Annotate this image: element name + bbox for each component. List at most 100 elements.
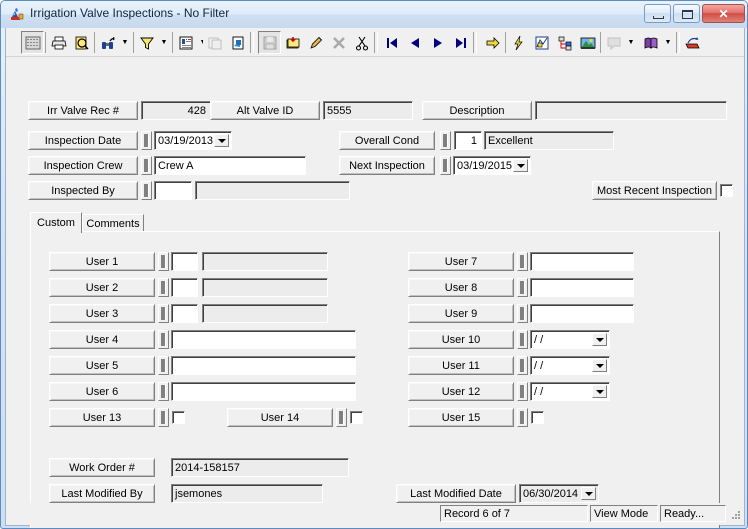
user-14-label[interactable]: User 14 bbox=[227, 408, 333, 427]
copy-record-button[interactable] bbox=[203, 31, 226, 54]
find-button[interactable] bbox=[96, 31, 119, 54]
user-11-dropdown-button[interactable] bbox=[592, 359, 607, 372]
user-12-label[interactable]: User 12 bbox=[408, 382, 514, 401]
find-dropdown-arrow[interactable]: ▼ bbox=[119, 31, 131, 54]
description-label[interactable]: Description bbox=[422, 101, 532, 120]
user-6-value[interactable] bbox=[171, 382, 356, 401]
user-14-checkbox[interactable] bbox=[350, 411, 363, 424]
user-10-label[interactable]: User 10 bbox=[408, 330, 514, 349]
work-order-label[interactable]: Work Order # bbox=[49, 458, 155, 477]
last-modified-by-label[interactable]: Last Modified By bbox=[49, 484, 155, 503]
user-5-lookup-icon[interactable] bbox=[158, 356, 169, 375]
grid-view-button[interactable] bbox=[21, 31, 44, 54]
overall-cond-code[interactable]: 1 bbox=[454, 131, 482, 150]
next-inspection-label[interactable]: Next Inspection bbox=[339, 156, 435, 175]
image-button[interactable] bbox=[576, 31, 599, 54]
description-value[interactable] bbox=[535, 101, 727, 120]
next-record-button[interactable] bbox=[426, 31, 449, 54]
user-3-label[interactable]: User 3 bbox=[49, 304, 155, 323]
filter-button[interactable] bbox=[135, 31, 158, 54]
inspected-by-lookup-icon[interactable] bbox=[141, 181, 152, 200]
user-9-value[interactable] bbox=[530, 304, 634, 323]
delete-record-button[interactable] bbox=[327, 31, 350, 54]
user-13-lookup-icon[interactable] bbox=[158, 408, 169, 427]
edit-record-button[interactable] bbox=[304, 31, 327, 54]
alt-valve-id-value[interactable]: 5555 bbox=[323, 101, 413, 120]
user-9-lookup-icon[interactable] bbox=[517, 304, 528, 323]
inspection-crew-label[interactable]: Inspection Crew bbox=[28, 156, 138, 175]
inspected-by-label[interactable]: Inspected By bbox=[28, 181, 138, 200]
user-13-checkbox[interactable] bbox=[172, 411, 185, 424]
user-10-dropdown-button[interactable] bbox=[592, 333, 607, 346]
user-15-lookup-icon[interactable] bbox=[517, 408, 528, 427]
inspected-by-code[interactable] bbox=[154, 181, 192, 200]
user-6-label[interactable]: User 6 bbox=[49, 382, 155, 401]
tab-custom[interactable]: Custom bbox=[30, 212, 82, 233]
user-12-value[interactable]: / / bbox=[530, 382, 610, 401]
map-button[interactable] bbox=[530, 31, 553, 54]
most-recent-inspection-checkbox[interactable] bbox=[720, 184, 733, 197]
user-8-label[interactable]: User 8 bbox=[408, 278, 514, 297]
user-8-lookup-icon[interactable] bbox=[517, 278, 528, 297]
inspection-crew-lookup-icon[interactable] bbox=[141, 156, 152, 175]
overall-cond-label[interactable]: Overall Cond bbox=[339, 131, 435, 150]
user-9-label[interactable]: User 9 bbox=[408, 304, 514, 323]
last-modified-date-value[interactable]: 06/30/2014 bbox=[519, 484, 599, 503]
user-14-lookup-icon[interactable] bbox=[336, 408, 347, 427]
next-inspection-value[interactable]: 03/19/2015 bbox=[453, 156, 531, 175]
most-recent-inspection-label[interactable]: Most Recent Inspection bbox=[592, 181, 717, 200]
user-11-value[interactable]: / / bbox=[530, 356, 610, 375]
user-4-label[interactable]: User 4 bbox=[49, 330, 155, 349]
close-button[interactable]: ✕ bbox=[702, 4, 745, 23]
user-2-label[interactable]: User 2 bbox=[49, 278, 155, 297]
user-1-label[interactable]: User 1 bbox=[49, 252, 155, 271]
user-15-label[interactable]: User 15 bbox=[408, 408, 514, 427]
goto-button[interactable] bbox=[481, 31, 504, 54]
user-13-label[interactable]: User 13 bbox=[49, 408, 155, 427]
print-preview-button[interactable] bbox=[70, 31, 93, 54]
inspection-date-label[interactable]: Inspection Date bbox=[28, 131, 138, 150]
user-10-value[interactable]: / / bbox=[530, 330, 610, 349]
user-2-code[interactable] bbox=[171, 278, 198, 297]
user-3-lookup-icon[interactable] bbox=[158, 304, 169, 323]
save-button[interactable] bbox=[258, 31, 281, 54]
prev-record-button[interactable] bbox=[403, 31, 426, 54]
minimize-button[interactable] bbox=[644, 4, 671, 23]
user-4-lookup-icon[interactable] bbox=[158, 330, 169, 349]
user-12-lookup-icon[interactable] bbox=[517, 382, 528, 401]
irr-valve-rec-label[interactable]: Irr Valve Rec # bbox=[28, 101, 138, 120]
user-6-lookup-icon[interactable] bbox=[158, 382, 169, 401]
user-12-dropdown-button[interactable] bbox=[592, 385, 607, 398]
user-3-code[interactable] bbox=[171, 304, 198, 323]
report-button[interactable] bbox=[174, 31, 197, 54]
user-7-lookup-icon[interactable] bbox=[517, 252, 528, 271]
last-record-button[interactable] bbox=[449, 31, 472, 54]
resize-grip[interactable] bbox=[728, 509, 742, 523]
help-button[interactable] bbox=[639, 31, 662, 54]
maximize-button[interactable] bbox=[673, 4, 700, 23]
help-dropdown-arrow[interactable]: ▼ bbox=[662, 31, 674, 54]
user-5-label[interactable]: User 5 bbox=[49, 356, 155, 375]
user-11-lookup-icon[interactable] bbox=[517, 356, 528, 375]
user-7-value[interactable] bbox=[530, 252, 634, 271]
overall-cond-lookup-icon[interactable] bbox=[440, 131, 451, 150]
user-11-label[interactable]: User 11 bbox=[408, 356, 514, 375]
user-8-value[interactable] bbox=[530, 278, 634, 297]
cut-button[interactable] bbox=[350, 31, 373, 54]
inspection-date-value[interactable]: 03/19/2013 bbox=[154, 131, 232, 150]
alt-valve-id-label[interactable]: Alt Valve ID bbox=[210, 101, 320, 120]
last-modified-date-dropdown-button[interactable] bbox=[581, 487, 596, 500]
user-7-label[interactable]: User 7 bbox=[408, 252, 514, 271]
exit-button[interactable] bbox=[680, 31, 703, 54]
comment-button[interactable] bbox=[602, 31, 625, 54]
user-5-value[interactable] bbox=[171, 356, 356, 375]
user-2-lookup-icon[interactable] bbox=[158, 278, 169, 297]
inspection-date-lookup-icon[interactable] bbox=[141, 131, 152, 150]
paste-record-button[interactable] bbox=[226, 31, 249, 54]
title-bar[interactable]: Irrigation Valve Inspections - No Filter… bbox=[1, 1, 747, 28]
next-inspection-dropdown-button[interactable] bbox=[513, 159, 528, 172]
first-record-button[interactable] bbox=[380, 31, 403, 54]
user-4-value[interactable] bbox=[171, 330, 356, 349]
next-inspection-lookup-icon[interactable] bbox=[440, 156, 451, 175]
user-1-code[interactable] bbox=[171, 252, 198, 271]
